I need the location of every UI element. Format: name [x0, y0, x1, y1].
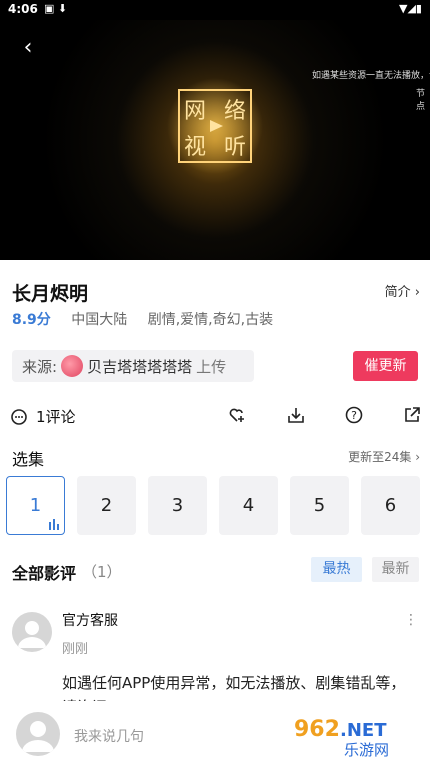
back-button[interactable]: ‹ — [14, 34, 42, 62]
help-icon[interactable]: ? — [345, 406, 363, 424]
episode-list: 1 2 3 4 5 6 — [6, 476, 430, 537]
show-title: 长月烬明 — [12, 283, 89, 305]
review-time: 刚刚 — [62, 642, 89, 657]
episode-item[interactable]: 4 — [219, 476, 278, 535]
share-icon[interactable] — [403, 406, 421, 424]
svg-text:962: 962 — [294, 717, 340, 742]
more-options-icon[interactable]: ⋮ — [404, 612, 418, 628]
show-meta: 8.9分 中国大陆 剧情,爱情,奇幻,古装 — [12, 309, 273, 329]
comment-icon[interactable] — [10, 408, 28, 426]
region: 中国大陆 — [71, 312, 128, 328]
logo-char-1: 网 — [184, 99, 206, 124]
episodes-label: 选集 — [12, 450, 45, 469]
network-video-logo: 网 络 视 听 — [167, 78, 263, 174]
uploader-avatar — [61, 355, 84, 377]
upload-label: 上传 — [196, 357, 227, 376]
user-avatar — [16, 712, 60, 756]
signal-battery-icons: ▼◢▮ — [399, 2, 422, 15]
svg-text:乐游网: 乐游网 — [344, 741, 389, 758]
site-watermark-logo: 962 .NET 乐游网 — [294, 717, 389, 758]
update-info-link[interactable]: 更新至24集 › — [348, 448, 420, 465]
uploader-name[interactable]: 贝吉塔塔塔塔塔 — [87, 356, 192, 377]
default-avatar-icon — [18, 621, 46, 648]
comment-bar: 我来说几句 962 .NET 乐游网 — [0, 706, 430, 766]
status-bar: 4:06 ▣ ⬇ ▼◢▮ — [0, 0, 430, 20]
notification-icons: ▣ ⬇ — [44, 2, 68, 15]
intro-link[interactable]: 简介 › — [385, 281, 420, 300]
download-icon[interactable] — [287, 406, 305, 424]
action-row: 1评论 ? — [0, 402, 430, 430]
episode-item[interactable]: 6 — [361, 476, 420, 535]
sort-hot-button[interactable]: 最热 — [311, 557, 362, 582]
sort-new-button[interactable]: 最新 — [372, 557, 419, 582]
comment-count[interactable]: 1评论 — [36, 406, 76, 427]
reviews-label: 全部影评 — [12, 564, 77, 583]
video-notice-2: 节点 — [416, 89, 426, 112]
review-username[interactable]: 官方客服 — [62, 610, 118, 630]
source-box[interactable]: 来源: 贝吉塔塔塔塔塔 上传 — [12, 350, 254, 382]
score: 8.9分 — [12, 312, 51, 328]
video-player[interactable]: ‹ 网 络 视 听 如遇某些资源一直无法播放，请等待 节点 — [0, 20, 430, 260]
source-label: 来源: — [22, 357, 58, 376]
playing-bars-icon — [49, 519, 59, 530]
heart-plus-icon[interactable] — [228, 406, 246, 424]
logo-char-2: 络 — [224, 99, 246, 124]
logo-char-4: 听 — [224, 135, 246, 160]
review-avatar[interactable] — [12, 612, 52, 652]
review-text: 如遇任何APP使用异常，如无法播放、剧集错乱等，请询问 — [62, 674, 406, 701]
video-notice: 如遇某些资源一直无法播放，请等待 — [312, 71, 430, 81]
episode-number: 1 — [29, 495, 42, 516]
reviews-count: （1） — [82, 563, 122, 581]
episode-item[interactable]: 5 — [290, 476, 349, 535]
episode-item[interactable]: 1 — [6, 476, 65, 535]
status-time: 4:06 — [8, 2, 38, 16]
episode-item[interactable]: 2 — [77, 476, 136, 535]
svg-text:.NET: .NET — [340, 720, 387, 741]
logo-char-3: 视 — [184, 135, 206, 160]
urge-update-button[interactable]: 催更新 — [353, 351, 418, 381]
comment-input[interactable]: 我来说几句 — [74, 726, 144, 746]
episode-item[interactable]: 3 — [148, 476, 207, 535]
default-avatar-icon — [22, 721, 54, 752]
svg-text:?: ? — [351, 409, 357, 422]
genres: 剧情,爱情,奇幻,古装 — [147, 312, 274, 328]
